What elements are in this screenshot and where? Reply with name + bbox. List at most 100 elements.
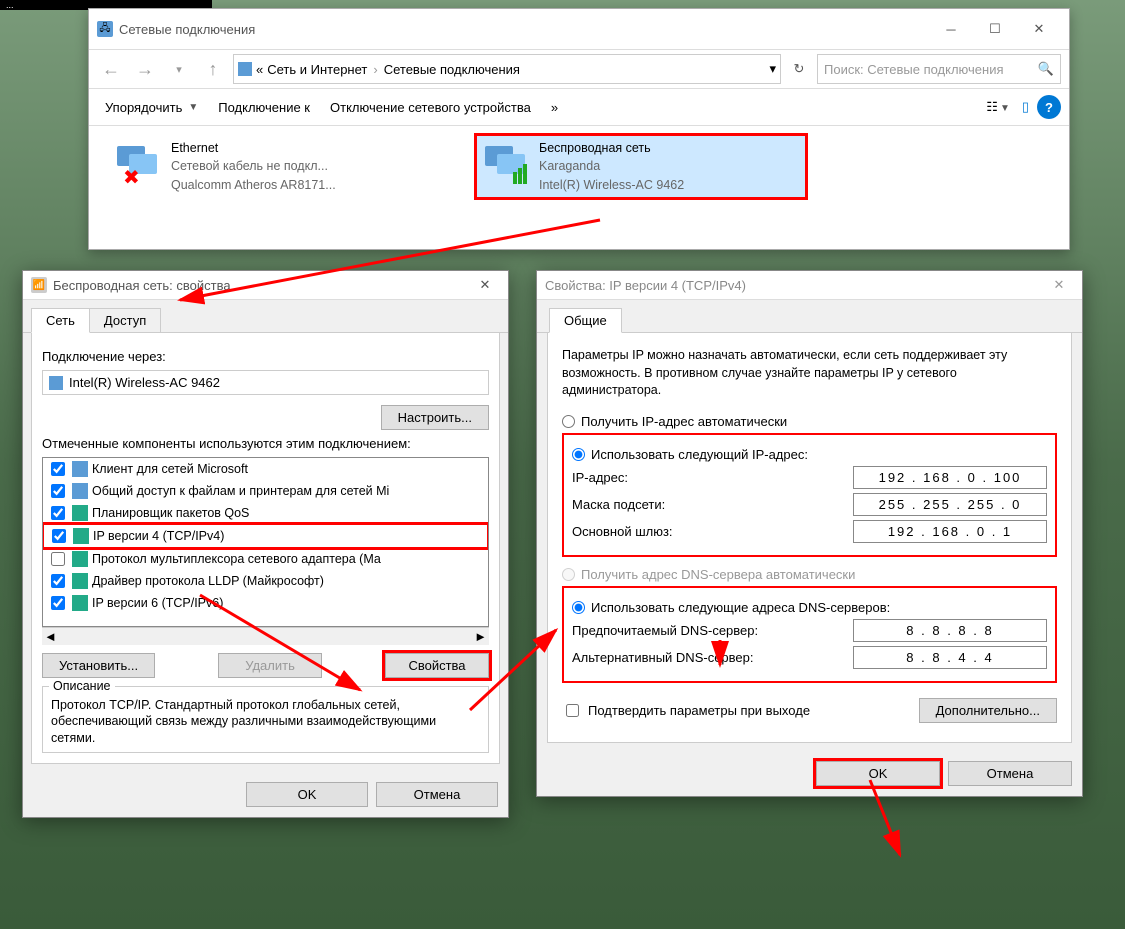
connection-status: Сетевой кабель не подкл...	[171, 158, 336, 174]
component-checkbox[interactable]	[51, 596, 65, 610]
ok-button[interactable]: OK	[816, 761, 940, 786]
minimize-button[interactable]: ─	[929, 15, 973, 43]
connection-ethernet[interactable]: ✖ Ethernet Сетевой кабель не подкл... Qu…	[109, 136, 437, 197]
explorer-navbar: ← → ▾ ↑ « Сеть и Интернет › Сетевые подк…	[89, 50, 1069, 89]
component-checkbox[interactable]	[51, 506, 65, 520]
chevron-right-icon[interactable]: ›	[373, 62, 377, 77]
search-input[interactable]: Поиск: Сетевые подключения 🔍	[817, 54, 1061, 84]
search-icon: 🔍	[1038, 61, 1054, 77]
component-label: Планировщик пакетов QoS	[92, 506, 249, 520]
breadcrumb-b[interactable]: Сетевые подключения	[384, 62, 520, 77]
forward-button[interactable]: →	[131, 55, 159, 83]
component-label: Протокол мультиплексора сетевого адаптер…	[92, 552, 381, 566]
wireless-properties-dialog: 📶 Беспроводная сеть: свойства ✕ Сеть Дос…	[22, 270, 509, 818]
props-titlebar: 📶 Беспроводная сеть: свойства ✕	[23, 271, 508, 300]
history-dropdown[interactable]: ▾	[165, 55, 193, 83]
ipv4-title: Свойства: IP версии 4 (TCP/IPv4)	[545, 278, 1044, 293]
component-label: IP версии 4 (TCP/IPv4)	[93, 529, 224, 543]
label-dns2: Альтернативный DNS-сервер:	[572, 650, 853, 665]
input-dns1[interactable]: 8 . 8 . 8 . 8	[853, 619, 1047, 642]
ok-button[interactable]: OK	[246, 782, 368, 807]
connection-name: Ethernet	[171, 140, 336, 156]
ipv4-intro: Параметры IP можно назначать автоматичес…	[562, 347, 1057, 400]
description-title: Описание	[49, 679, 115, 693]
tab-general[interactable]: Общие	[549, 308, 622, 333]
help-button[interactable]: ?	[1037, 95, 1061, 119]
ipv4-titlebar: Свойства: IP версии 4 (TCP/IPv4) ✕	[537, 271, 1082, 300]
component-checkbox[interactable]	[51, 552, 65, 566]
maximize-button[interactable]: ☐	[973, 15, 1017, 43]
component-label: Драйвер протокола LLDP (Майкрософт)	[92, 574, 324, 588]
components-listbox[interactable]: Клиент для сетей Microsoft Общий доступ …	[42, 457, 489, 627]
radio-use-dns[interactable]: Использовать следующие адреса DNS-сервер…	[572, 600, 1047, 615]
view-options-button[interactable]: ☷▼	[982, 95, 1014, 119]
install-button[interactable]: Установить...	[42, 653, 155, 678]
radio-auto-dns: Получить адрес DNS-сервера автоматически	[562, 567, 1057, 582]
tab-access[interactable]: Доступ	[89, 308, 161, 333]
configure-button[interactable]: Настроить...	[381, 405, 489, 430]
connection-wireless[interactable]: Беспроводная сеть Karaganda Intel(R) Wir…	[477, 136, 805, 197]
props-body: Подключение через: Intel(R) Wireless-AC …	[31, 333, 500, 764]
location-icon	[238, 62, 252, 76]
remove-button: Удалить	[218, 653, 322, 678]
more-commands-button[interactable]: »	[543, 96, 566, 119]
dns-group: Использовать следующие адреса DNS-сервер…	[562, 586, 1057, 683]
scroll-left-icon[interactable]: ◄	[44, 629, 57, 644]
breadcrumb-pre: «	[256, 62, 263, 77]
component-label: Общий доступ к файлам и принтерам для се…	[92, 484, 389, 498]
connection-status: Karaganda	[539, 158, 684, 174]
input-dns2[interactable]: 8 . 8 . 4 . 4	[853, 646, 1047, 669]
connections-list: ✖ Ethernet Сетевой кабель не подкл... Qu…	[89, 126, 1069, 207]
component-checkbox[interactable]	[51, 484, 65, 498]
component-checkbox[interactable]	[51, 574, 65, 588]
description-group: Описание Протокол TCP/IP. Стандартный пр…	[42, 686, 489, 753]
input-mask[interactable]: 255 . 255 . 255 . 0	[853, 493, 1047, 516]
radio-use-ip[interactable]: Использовать следующий IP-адрес:	[572, 447, 1047, 462]
component-checkbox[interactable]	[52, 529, 66, 543]
close-button[interactable]: ✕	[1044, 277, 1074, 293]
connect-via-label: Подключение через:	[42, 349, 489, 364]
props-title: Беспроводная сеть: свойства	[53, 278, 470, 293]
ipv6-icon	[72, 595, 88, 611]
organize-button[interactable]: Упорядочить▼	[97, 96, 206, 119]
component-checkbox[interactable]	[51, 462, 65, 476]
components-label: Отмеченные компоненты используются этим …	[42, 436, 489, 451]
lldp-icon	[72, 573, 88, 589]
cancel-button[interactable]: Отмена	[376, 782, 498, 807]
qos-icon	[72, 505, 88, 521]
explorer-titlebar: 🖧 Сетевые подключения ─ ☐ ✕	[89, 9, 1069, 50]
explorer-toolbar: Упорядочить▼ Подключение к Отключение се…	[89, 89, 1069, 126]
address-bar[interactable]: « Сеть и Интернет › Сетевые подключения …	[233, 54, 781, 84]
up-button[interactable]: ↑	[199, 55, 227, 83]
svg-text:✖: ✖	[123, 167, 140, 188]
ip-group: Использовать следующий IP-адрес: IP-адре…	[562, 433, 1057, 557]
close-button[interactable]: ✕	[1017, 15, 1061, 43]
input-gateway[interactable]: 192 . 168 . 0 . 1	[853, 520, 1047, 543]
back-button[interactable]: ←	[97, 55, 125, 83]
refresh-button[interactable]: ↻	[787, 57, 811, 81]
label-dns1: Предпочитаемый DNS-сервер:	[572, 623, 853, 638]
radio-auto-ip[interactable]: Получить IP-адрес автоматически	[562, 414, 1057, 429]
preview-pane-button[interactable]: ▯	[1018, 95, 1033, 119]
cancel-button[interactable]: Отмена	[948, 761, 1072, 786]
disable-device-button[interactable]: Отключение сетевого устройства	[322, 96, 539, 119]
address-dropdown[interactable]: ▾	[769, 61, 776, 77]
properties-button[interactable]: Свойства	[385, 653, 489, 678]
sharing-icon	[72, 483, 88, 499]
ipv4-body: Параметры IP можно назначать автоматичес…	[547, 333, 1072, 743]
explorer-title: Сетевые подключения	[119, 22, 929, 37]
advanced-button[interactable]: Дополнительно...	[919, 698, 1057, 723]
multiplexor-icon	[72, 551, 88, 567]
connect-button[interactable]: Подключение к	[210, 96, 318, 119]
connection-adapter: Intel(R) Wireless-AC 9462	[539, 177, 684, 193]
adapter-field: Intel(R) Wireless-AC 9462	[42, 370, 489, 395]
breadcrumb-a[interactable]: Сеть и Интернет	[267, 62, 367, 77]
tab-network[interactable]: Сеть	[31, 308, 90, 333]
label-mask: Маска подсети:	[572, 497, 853, 512]
client-icon	[72, 461, 88, 477]
connection-name: Беспроводная сеть	[539, 140, 684, 156]
scroll-right-icon[interactable]: ►	[474, 629, 487, 644]
close-button[interactable]: ✕	[470, 277, 500, 293]
confirm-checkbox-row[interactable]: Подтвердить параметры при выходе	[562, 701, 810, 720]
input-ip[interactable]: 192 . 168 . 0 . 100	[853, 466, 1047, 489]
